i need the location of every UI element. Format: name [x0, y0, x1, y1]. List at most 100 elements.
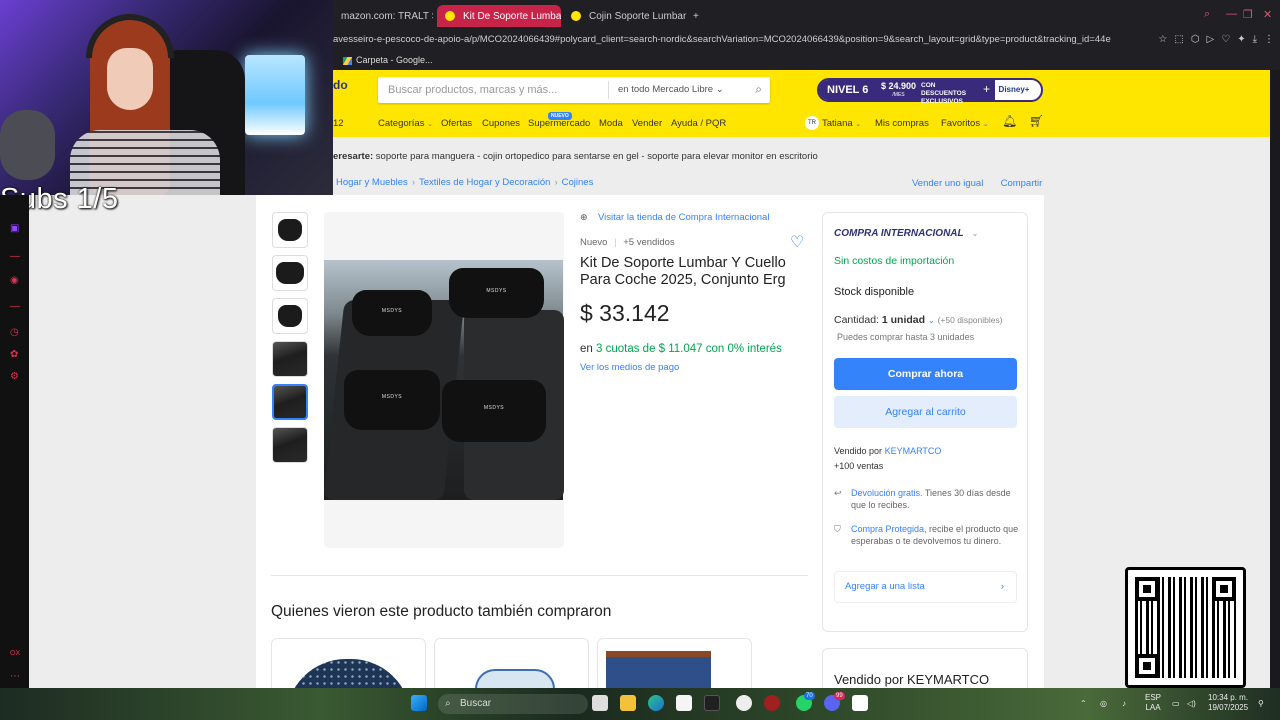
app-white-icon[interactable]	[852, 695, 868, 711]
maximize-icon[interactable]: ❐	[1243, 8, 1253, 21]
address-bar[interactable]: avesseiro-e-pescoco-de-apoio-a/p/MCO2024…	[333, 30, 1280, 50]
nav-sell[interactable]: Vender	[632, 118, 662, 129]
download-icon[interactable]: ⤓	[1253, 30, 1257, 50]
thumbnail-2[interactable]	[272, 255, 308, 291]
bookmark-item[interactable]: Carpeta - Google...	[356, 55, 433, 65]
return-arrow-icon: ↩	[834, 488, 842, 498]
nav-fashion[interactable]: Moda	[599, 118, 623, 129]
nav-supermarket[interactable]: Supermercado	[528, 118, 590, 129]
extension-icon[interactable]: ⬡	[1191, 30, 1200, 50]
stream-side-dock: ▣ — ◉ — ◷ ✿ ⚙ OX ⋯	[0, 195, 29, 690]
app-icon[interactable]	[704, 695, 720, 711]
app-red-icon[interactable]	[764, 695, 780, 711]
sell-same-link[interactable]: Vender uno igual	[912, 178, 983, 189]
chevron-right-icon: ›	[1000, 581, 1004, 592]
breadcrumb-item[interactable]: Hogar y Muebles	[336, 177, 408, 188]
payment-methods-link[interactable]: Ver los medios de pago	[580, 362, 679, 373]
breadcrumb-item[interactable]: Textiles de Hogar y Decoración	[419, 177, 550, 188]
new-tab-button[interactable]: +	[689, 5, 709, 27]
search-icon[interactable]: ⌕	[755, 82, 762, 97]
mercadolibre-logo[interactable]: do	[333, 78, 348, 92]
tab-amazon[interactable]: mazon.com: TRALT Silla	[333, 5, 433, 27]
obs-icon[interactable]	[736, 695, 752, 711]
collapse-icon[interactable]: —	[10, 251, 20, 262]
bookmark-star-icon[interactable]: ☆	[1158, 30, 1167, 50]
returns-perk: ↩ Devolución gratis. Tienes 30 días desd…	[834, 488, 1011, 510]
edge-icon[interactable]	[648, 695, 664, 711]
store-icon[interactable]	[676, 695, 692, 711]
avatar[interactable]: TR	[805, 116, 819, 130]
clock-icon[interactable]: ◷	[10, 327, 19, 338]
nav-offers[interactable]: Ofertas	[441, 118, 472, 129]
settings-gear-icon[interactable]: ⚙	[10, 371, 19, 382]
language-indicator[interactable]: ESP LAA	[1145, 693, 1161, 713]
nav-categories[interactable]: Categorías ⌄	[378, 118, 433, 129]
international-purchase-label[interactable]: COMPRA INTERNACIONAL ⌄	[834, 228, 978, 239]
tab-kit-soporte[interactable]: Kit De Soporte Lumbar Y	[437, 5, 561, 27]
minimize-icon[interactable]: —	[1226, 8, 1237, 20]
twitch-icon[interactable]: ▣	[10, 223, 19, 234]
product-price: $ 33.142	[580, 300, 670, 326]
taskbar-search[interactable]: ⌕ Buscar	[438, 694, 588, 714]
search-scope-select[interactable]: en todo Mercado Libre ⌄	[608, 81, 724, 99]
add-to-cart-button[interactable]: Agregar al carrito	[834, 396, 1017, 428]
thumbnail-5[interactable]	[272, 384, 308, 420]
nav-help[interactable]: Ayuda / PQR	[671, 118, 726, 129]
volume-icon[interactable]: ◁)	[1187, 699, 1196, 709]
store-link[interactable]: ⊕ Visitar la tienda de Compra Internacion…	[580, 212, 810, 223]
puzzle-icon[interactable]: ✿	[10, 349, 18, 360]
close-icon[interactable]: ✕	[1263, 8, 1272, 21]
product-card: MSDYS MSDYS MSDYS MSDYS ⊕ Visitar la tien…	[256, 195, 1044, 698]
heart-icon[interactable]: ♡	[1221, 30, 1230, 50]
nivel-promo-banner[interactable]: NIVEL 6 $ 24.900/MES CON DESCUENTOS EXCL…	[817, 78, 1043, 105]
share-link[interactable]: Compartir	[1001, 178, 1043, 189]
no-import-costs: Sin costos de importación	[834, 255, 955, 267]
thumbnail-6[interactable]	[272, 427, 308, 463]
task-view-icon[interactable]	[592, 695, 608, 711]
puzzle-icon[interactable]: ✦	[1237, 30, 1245, 50]
thumbnail-4[interactable]	[272, 341, 308, 377]
microphone-icon[interactable]: ♪	[1122, 699, 1126, 709]
windows-start-icon[interactable]	[411, 695, 427, 711]
qr-code	[1125, 567, 1246, 688]
breadcrumb-item[interactable]: Cojines	[562, 177, 594, 188]
thumbnail-3[interactable]	[272, 298, 308, 334]
thumbnail-1[interactable]	[272, 212, 308, 248]
screenshot-icon[interactable]: ⬚	[1174, 30, 1183, 50]
user-menu[interactable]: Tatiana ⌄	[822, 118, 861, 129]
returns-link[interactable]: Devolución gratis.	[851, 488, 923, 498]
favorite-heart-icon[interactable]: ♡	[790, 232, 804, 252]
search-icon: ⌕	[445, 698, 451, 709]
play-icon[interactable]: ▷	[1207, 30, 1215, 50]
nav-my-purchases[interactable]: Mis compras	[875, 118, 929, 129]
nav-favorites[interactable]: Favoritos ⌄	[941, 118, 989, 129]
protected-purchase-link[interactable]: Compra Protegida	[851, 524, 924, 534]
product-main-image[interactable]: MSDYS MSDYS MSDYS MSDYS	[324, 212, 564, 548]
webcam-overlay	[0, 0, 333, 195]
add-to-list-button[interactable]: Agregar a una lista ›	[834, 571, 1017, 603]
seller-link[interactable]: KEYMARTCO	[885, 446, 942, 456]
more-icon[interactable]: ⋯	[10, 671, 20, 682]
tray-app-icon[interactable]: ◎	[1100, 699, 1107, 709]
tab-cojin[interactable]: Cojin Soporte Lumbar Orto	[563, 5, 687, 27]
nav-coupons[interactable]: Cupones	[482, 118, 520, 129]
menu-icon[interactable]: ⋮	[1264, 30, 1274, 50]
divider-icon: —	[10, 301, 20, 312]
chevron-up-icon[interactable]: ⌃	[1080, 699, 1087, 709]
quantity-selector[interactable]: Cantidad: 1 unidad ⌄ (+50 disponibles)	[834, 314, 1003, 326]
search-tabs-icon[interactable]: ⌕	[1204, 8, 1210, 21]
network-icon[interactable]: ▭	[1172, 699, 1180, 709]
bell-icon[interactable]: 🔔︎	[1002, 114, 1017, 128]
search-input[interactable]: Buscar productos, marcas y más... en tod…	[378, 77, 770, 103]
file-explorer-icon[interactable]	[620, 695, 636, 711]
product-title: Kit De Soporte Lumbar Y Cuello Para Coch…	[580, 255, 786, 288]
screen: mazon.com: TRALT Silla Kit De Soporte Lu…	[0, 0, 1280, 720]
cart-icon[interactable]: 🛒︎	[1029, 114, 1044, 128]
google-drive-icon	[343, 56, 352, 65]
clock[interactable]: 10:34 p. m. 19/07/2025	[1208, 693, 1248, 713]
related-links[interactable]: soporte para manguera - cojin ortopedico…	[376, 151, 818, 162]
promo-description: CON DESCUENTOS EXCLUSIVOS	[921, 80, 981, 105]
notification-icon[interactable]: ⚲	[1258, 699, 1264, 709]
buy-now-button[interactable]: Comprar ahora	[834, 358, 1017, 390]
record-icon[interactable]: ◉	[10, 275, 19, 286]
